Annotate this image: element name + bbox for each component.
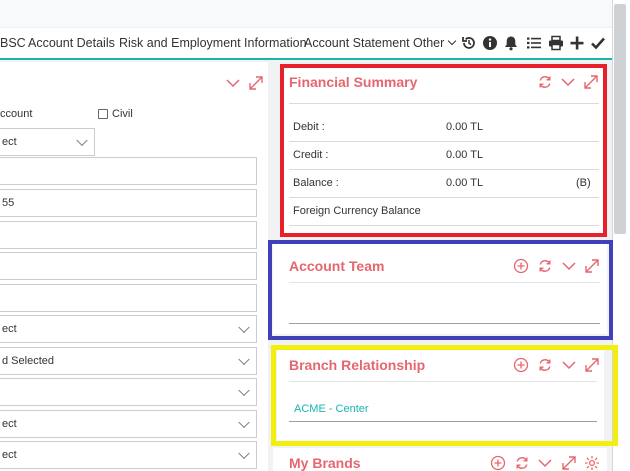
chevron-down-icon xyxy=(238,384,250,397)
check-icon[interactable] xyxy=(590,35,606,51)
chevron-down-icon xyxy=(238,447,250,460)
chevron-down-icon xyxy=(238,353,250,366)
civil-checkbox[interactable] xyxy=(98,109,108,119)
text-field-2-value: 55 xyxy=(2,197,15,209)
account-select[interactable]: ect xyxy=(0,128,95,156)
highlight-box-blue xyxy=(268,240,613,340)
history-icon[interactable] xyxy=(461,35,477,51)
chevron-down-icon xyxy=(448,36,457,46)
add-circle-icon[interactable] xyxy=(490,455,506,471)
text-field-1[interactable] xyxy=(0,157,257,185)
text-field-5[interactable] xyxy=(0,284,257,312)
chevron-down-icon xyxy=(76,134,88,147)
account-select-value: ect xyxy=(2,136,17,148)
highlight-box-yellow xyxy=(271,345,618,446)
tab-account-details[interactable]: Account Details xyxy=(28,36,115,50)
select-field-1-value: ect xyxy=(2,323,17,335)
tab-account-statement[interactable]: Account Statement xyxy=(304,36,410,50)
chevron-down-icon xyxy=(238,321,250,334)
info-icon[interactable] xyxy=(482,35,498,51)
print-icon[interactable] xyxy=(548,35,564,51)
bell-icon[interactable] xyxy=(503,35,519,51)
text-field-2[interactable]: 55 xyxy=(0,189,257,217)
collapse-chevron-icon[interactable] xyxy=(225,75,241,91)
my-brands-panel: My Brands xyxy=(273,448,607,471)
plus-icon[interactable] xyxy=(569,35,585,51)
select-field-3[interactable] xyxy=(0,378,257,406)
collapse-chevron-icon[interactable] xyxy=(537,455,553,471)
select-field-5[interactable]: ect xyxy=(0,441,257,469)
my-brands-title: My Brands xyxy=(289,455,361,471)
select-field-4-value: ect xyxy=(2,418,17,430)
chevron-down-icon xyxy=(238,416,250,429)
select-field-5-value: ect xyxy=(2,449,17,461)
select-field-1[interactable]: ect xyxy=(0,315,257,343)
select-field-2-value: d Selected xyxy=(2,355,54,367)
tab-risk-employment[interactable]: Risk and Employment Information xyxy=(119,36,307,50)
text-field-4[interactable] xyxy=(0,252,257,280)
page-scrollbar-thumb[interactable] xyxy=(614,4,626,234)
expand-icon[interactable] xyxy=(561,455,577,471)
gear-icon[interactable] xyxy=(584,455,600,471)
highlight-box-red xyxy=(280,64,607,237)
select-field-2[interactable]: d Selected xyxy=(0,347,257,375)
tab-other[interactable]: Other xyxy=(413,36,457,50)
civil-label: Civil xyxy=(112,108,133,120)
tab-bsc[interactable]: BSC xyxy=(0,36,26,50)
select-field-4[interactable]: ect xyxy=(0,410,257,438)
tab-bar: BSC Account Details Risk and Employment … xyxy=(0,28,612,60)
text-field-3[interactable] xyxy=(0,221,257,249)
list-icon[interactable] xyxy=(526,35,542,51)
window-top-strip xyxy=(0,0,612,27)
refresh-icon[interactable] xyxy=(514,455,530,471)
expand-icon[interactable] xyxy=(248,75,264,91)
account-details-panel: ccount Civil ect 55 ect d Selected ect e… xyxy=(0,62,268,471)
tab-other-label: Other xyxy=(413,36,445,50)
account-type-label: ccount xyxy=(0,108,33,120)
